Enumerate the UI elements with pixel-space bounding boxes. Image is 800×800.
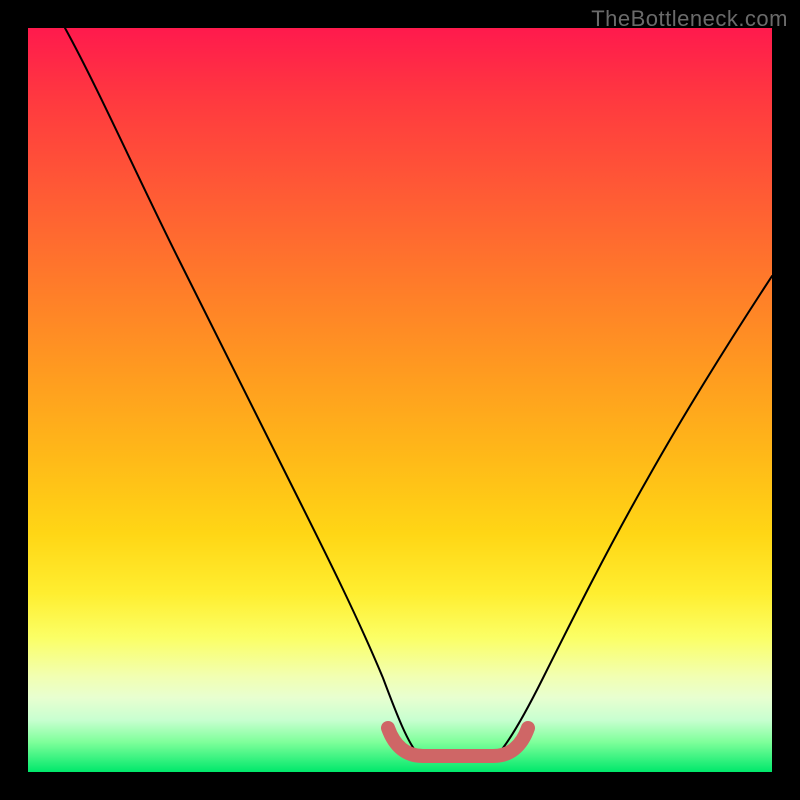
bottleneck-curve xyxy=(65,28,772,754)
chart-svg xyxy=(28,28,772,772)
plot-area xyxy=(28,28,772,772)
chart-frame: TheBottleneck.com xyxy=(0,0,800,800)
watermark-text: TheBottleneck.com xyxy=(591,6,788,32)
